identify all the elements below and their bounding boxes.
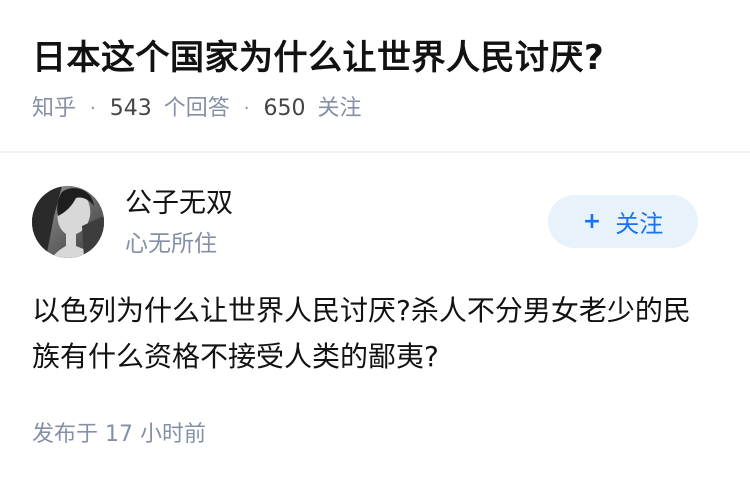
published-label: 发布于: [32, 422, 99, 447]
follow-button[interactable]: + 关注: [548, 195, 698, 248]
published-time: 17 小时前: [105, 422, 207, 447]
follower-count-label: 关注: [317, 96, 362, 121]
plus-icon: +: [582, 209, 602, 234]
answer-content[interactable]: 以色列为什么让世界人民讨厌?杀人不分男女老少的民族有什么资格不接受人类的鄙夷?: [32, 288, 712, 380]
section-divider: [0, 151, 750, 153]
author-name[interactable]: 公子无双: [125, 186, 233, 222]
follower-count: 650: [263, 96, 306, 121]
publish-timestamp: 发布于 17 小时前: [32, 419, 206, 451]
source-label[interactable]: 知乎: [32, 92, 76, 126]
answer-count: 543: [109, 96, 152, 121]
question-meta: 知乎 · 543 个回答 · 650 关注: [32, 92, 362, 126]
avatar-image: [32, 186, 104, 258]
follow-button-label: 关注: [615, 210, 664, 238]
question-title[interactable]: 日本这个国家为什么让世界人民讨厌?: [32, 34, 604, 82]
avatar[interactable]: [32, 186, 104, 258]
question-header: 日本这个国家为什么让世界人民讨厌? 知乎 · 543 个回答 · 650 关注: [0, 0, 750, 151]
meta-separator: ·: [90, 98, 96, 119]
meta-separator: ·: [243, 98, 250, 119]
answer-count-label: 个回答: [163, 96, 230, 121]
author-bio: 心无所住: [125, 231, 217, 257]
